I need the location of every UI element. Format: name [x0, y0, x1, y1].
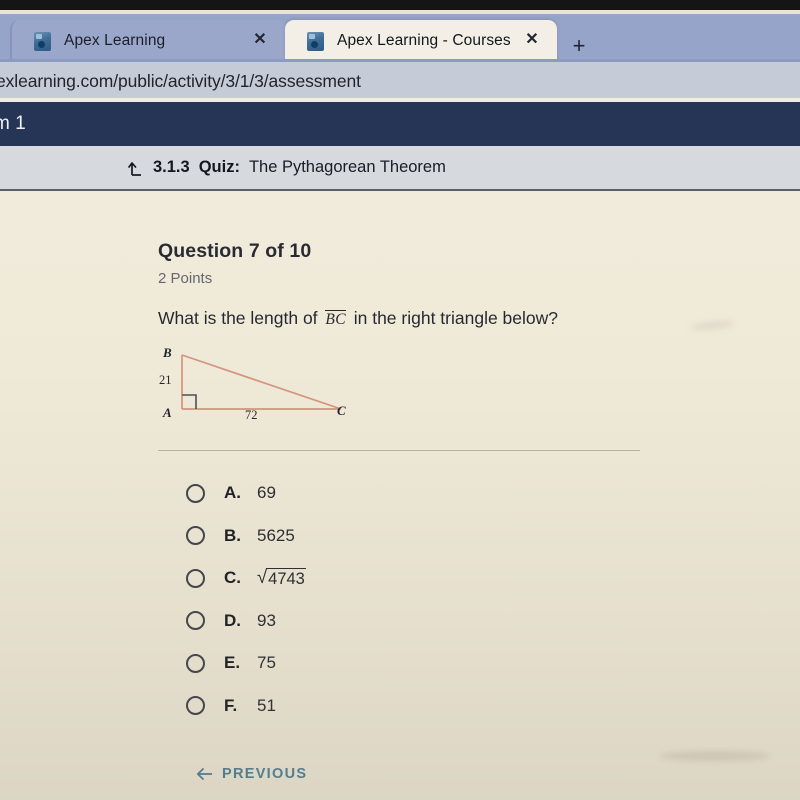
answer-option-c-value: √ 4743 — [257, 568, 306, 588]
answer-option-b-letter: B. — [224, 525, 241, 545]
answer-option-e-value: 75 — [257, 653, 276, 673]
answer-option-a[interactable]: A. 69 — [186, 472, 606, 515]
glare-artifact — [689, 318, 735, 333]
radio-button-e[interactable] — [186, 653, 205, 673]
quiz-type-label: Quiz: — [198, 158, 240, 176]
answer-option-d-letter: D. — [224, 610, 241, 630]
answer-option-c[interactable]: C. √ 4743 — [186, 557, 606, 600]
right-triangle-figure: B A C 21 72 — [155, 343, 370, 428]
radio-button-c[interactable] — [186, 568, 205, 588]
question-prompt: What is the length of BC in the right tr… — [158, 308, 558, 329]
answer-option-b[interactable]: B. 5625 — [186, 515, 606, 558]
triangle-vertex-c-label: C — [337, 403, 346, 418]
browser-tab-1[interactable]: Apex Learning ✕ — [10, 20, 285, 62]
question-points: 2 Points — [158, 270, 213, 287]
up-left-arrow-icon[interactable] — [128, 159, 144, 177]
address-bar-url: exlearning.com/public/activity/3/1/3/ass… — [0, 71, 361, 91]
answer-option-b-value: 5625 — [257, 525, 295, 545]
new-tab-button[interactable]: + — [566, 34, 592, 60]
answer-option-a-value: 69 — [257, 483, 276, 503]
browser-tab-2-close-icon[interactable]: ✕ — [523, 31, 541, 49]
browser-tab-1-close-icon[interactable]: ✕ — [251, 31, 269, 49]
triangle-leg-vertical-label: 21 — [159, 373, 172, 387]
radio-button-f[interactable] — [186, 696, 205, 716]
app-banner-title: m 1 — [0, 113, 26, 134]
previous-button-label: PREVIOUS — [222, 766, 308, 782]
triangle-vertex-b-label: B — [163, 345, 172, 360]
browser-tab-strip: Apex Learning ✕ Apex Learning - Courses … — [0, 14, 800, 62]
answer-option-f-letter: F. — [224, 695, 238, 715]
browser-tab-1-title: Apex Learning — [64, 32, 166, 49]
answer-option-e[interactable]: E. 75 — [186, 642, 606, 685]
address-bar[interactable]: exlearning.com/public/activity/3/1/3/ass… — [0, 62, 800, 102]
answer-options-list: A. 69 B. 5625 C. √ 4743 D. 93 E. 75 F. 5… — [186, 472, 606, 727]
answer-option-f[interactable]: F. 51 — [186, 685, 606, 728]
app-banner: m 1 — [0, 102, 800, 146]
triangle-vertex-a-label: A — [163, 405, 172, 420]
answer-option-f-value: 51 — [257, 695, 276, 715]
segment-bc-label: BC — [325, 310, 346, 328]
left-arrow-icon — [196, 767, 213, 781]
quiz-title-bar: 3.1.3 Quiz: The Pythagorean Theorem — [0, 146, 800, 191]
radio-button-b[interactable] — [186, 526, 205, 546]
triangle-leg-horizontal-label: 72 — [245, 408, 258, 422]
quiz-name: The Pythagorean Theorem — [248, 158, 446, 176]
answer-option-c-letter: C. — [224, 568, 241, 588]
radio-button-a[interactable] — [186, 483, 205, 503]
browser-tab-2-title: Apex Learning - Courses — [337, 32, 511, 49]
question-prompt-before: What is the length of — [158, 308, 318, 328]
answer-option-d-value: 93 — [257, 610, 276, 630]
glare-artifact — [660, 751, 770, 761]
apex-favicon-icon — [307, 31, 324, 51]
answer-option-d[interactable]: D. 93 — [186, 600, 606, 643]
monitor-bezel — [0, 0, 800, 10]
radio-button-d[interactable] — [186, 611, 205, 631]
question-prompt-after: in the right triangle below? — [353, 308, 559, 328]
browser-tab-2[interactable]: Apex Learning - Courses ✕ — [285, 20, 557, 62]
answer-option-e-letter: E. — [224, 653, 241, 673]
previous-button[interactable]: PREVIOUS — [196, 766, 307, 782]
screen-photo: Apex Learning ✕ Apex Learning - Courses … — [0, 0, 800, 800]
apex-favicon-icon — [34, 31, 51, 51]
answer-option-a-letter: A. — [224, 483, 241, 503]
question-heading: Question 7 of 10 — [158, 240, 312, 262]
quiz-number: 3.1.3 — [153, 158, 190, 176]
quiz-content-area: Question 7 of 10 2 Points What is the le… — [0, 191, 800, 800]
answer-option-c-radicand: 4743 — [266, 568, 306, 588]
options-divider — [158, 450, 640, 451]
